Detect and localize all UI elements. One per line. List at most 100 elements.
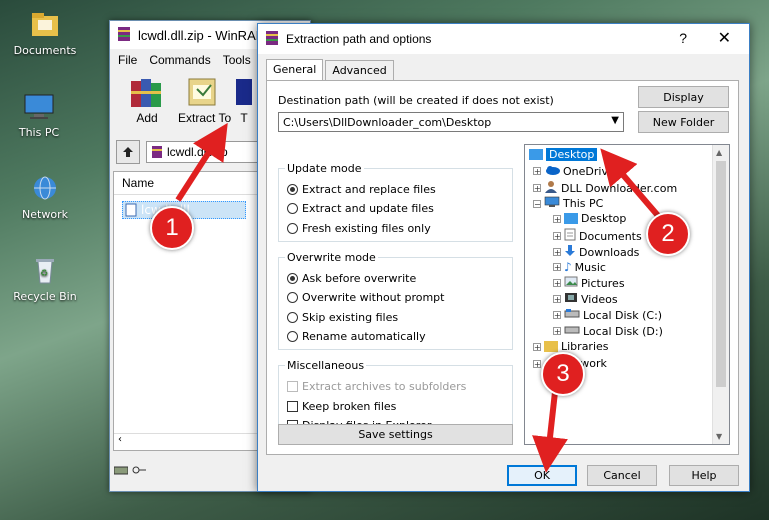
- desktop-icon-network[interactable]: Network: [10, 174, 80, 221]
- expand-icon[interactable]: +: [533, 342, 541, 351]
- checkbox-icon[interactable]: [287, 401, 298, 412]
- desktop-icon-recycle-bin[interactable]: ♻ Recycle Bin: [10, 256, 80, 303]
- expand-icon[interactable]: +: [553, 232, 561, 241]
- ok-button[interactable]: OK: [507, 465, 577, 486]
- horizontal-scrollbar[interactable]: ‹: [114, 433, 264, 450]
- tree-item-videos[interactable]: + Videos: [553, 292, 618, 306]
- radio-icon[interactable]: [287, 312, 298, 323]
- update-mode-group: Update mode Extract and replace files Ex…: [278, 162, 513, 242]
- radio-icon[interactable]: [287, 223, 298, 234]
- tab-general[interactable]: General: [266, 59, 324, 80]
- desktop-icon-this-pc[interactable]: This PC: [4, 92, 74, 139]
- radio-icon[interactable]: [287, 331, 298, 342]
- radio-selected-icon[interactable]: [287, 273, 298, 284]
- tree-item-onedrive[interactable]: + OneDrive: [533, 164, 615, 178]
- computer-icon: [22, 92, 56, 122]
- radio-ask-before[interactable]: Ask before overwrite: [287, 272, 416, 285]
- radio-label: Extract and update files: [302, 202, 434, 215]
- download-arrow-icon: [564, 244, 576, 260]
- tree-scrollbar[interactable]: ▲ ▼: [712, 145, 729, 444]
- expand-icon[interactable]: +: [533, 184, 541, 193]
- dll-file-icon: [125, 203, 137, 217]
- tree-item-label: This PC: [563, 197, 604, 210]
- tree-item-documents[interactable]: + Documents: [553, 228, 642, 244]
- tree-item-pictures[interactable]: + Pictures: [553, 276, 625, 290]
- tree-item-desktop[interactable]: Desktop: [529, 148, 598, 161]
- general-tab-panel: Destination path (will be created if doe…: [266, 80, 739, 455]
- new-folder-button[interactable]: New Folder: [638, 111, 729, 133]
- test-icon: [236, 75, 252, 109]
- radio-skip-existing[interactable]: Skip existing files: [287, 311, 398, 324]
- tab-advanced[interactable]: Advanced: [325, 60, 394, 81]
- winrar-app-icon: [116, 26, 132, 45]
- collapse-icon[interactable]: −: [533, 199, 541, 208]
- test-button[interactable]: T: [234, 75, 254, 127]
- tree-item-this-pc[interactable]: − This PC: [533, 196, 603, 211]
- scroll-thumb[interactable]: [716, 161, 726, 387]
- tree-item-label: Music: [574, 260, 606, 274]
- expand-icon[interactable]: +: [553, 248, 561, 257]
- radio-selected-icon[interactable]: [287, 184, 298, 195]
- tree-item-downloads[interactable]: + Downloads: [553, 244, 639, 260]
- winrar-title: lcwdl.dll.zip - WinRAR: [138, 27, 266, 43]
- tree-item-dll-downloader[interactable]: + DLL Downloader.com: [533, 180, 677, 196]
- extract-to-label: Extract To: [178, 111, 232, 125]
- radio-fresh-existing[interactable]: Fresh existing files only: [287, 222, 431, 235]
- radio-label: Rename automatically: [302, 330, 426, 343]
- tree-item-label: OneDrive: [563, 164, 615, 178]
- expand-icon[interactable]: +: [553, 311, 561, 320]
- cancel-button[interactable]: Cancel: [587, 465, 657, 486]
- extraction-dialog: Extraction path and options ? ✕ General …: [257, 23, 750, 492]
- desktop-icon-documents[interactable]: Documents: [10, 10, 80, 57]
- menu-tools[interactable]: Tools: [223, 53, 251, 67]
- expand-icon[interactable]: +: [553, 279, 561, 288]
- tree-item-pc-desktop[interactable]: + Desktop: [553, 212, 626, 225]
- tree-item-libraries[interactable]: + Libraries: [533, 340, 609, 353]
- checkbox-keep-broken[interactable]: Keep broken files: [287, 400, 396, 413]
- archive-path-text: lcwdl.dll.zip: [167, 145, 228, 159]
- display-button[interactable]: Display: [638, 86, 729, 108]
- column-header-name[interactable]: Name: [114, 172, 264, 195]
- destination-path-input[interactable]: C:\Users\DllDownloader_com\Desktop ▼: [278, 112, 624, 132]
- up-arrow-icon: [123, 147, 133, 157]
- dialog-app-icon: [264, 30, 280, 49]
- tree-item-label: Desktop: [546, 148, 598, 161]
- tree-item-music[interactable]: + ♪ Music: [553, 260, 606, 274]
- expand-icon[interactable]: +: [553, 295, 561, 304]
- user-icon: [544, 180, 558, 196]
- folder-icon: [28, 10, 62, 40]
- desktop-icon-label: This PC: [18, 126, 60, 139]
- menu-commands[interactable]: Commands: [149, 53, 210, 67]
- menu-file[interactable]: File: [118, 53, 137, 67]
- file-list: Name lcwdl.dll ‹: [113, 171, 265, 451]
- tree-item-local-disk-c[interactable]: + Local Disk (C:): [553, 308, 662, 322]
- expand-icon[interactable]: +: [533, 167, 541, 176]
- radio-rename-auto[interactable]: Rename automatically: [287, 330, 426, 343]
- extract-to-button[interactable]: Extract To: [178, 75, 232, 127]
- document-icon: [564, 228, 576, 244]
- expand-icon[interactable]: +: [533, 359, 541, 368]
- expand-icon[interactable]: +: [553, 214, 561, 223]
- scroll-up-icon[interactable]: ▲: [716, 148, 722, 157]
- help-button[interactable]: Help: [669, 465, 739, 486]
- svg-text:♻: ♻: [40, 269, 48, 279]
- expand-icon[interactable]: +: [553, 263, 561, 272]
- radio-label: Skip existing files: [302, 311, 399, 324]
- close-icon[interactable]: ✕: [718, 28, 731, 48]
- scroll-down-icon[interactable]: ▼: [716, 432, 722, 441]
- radio-extract-update[interactable]: Extract and update files: [287, 202, 434, 215]
- help-icon[interactable]: ?: [679, 30, 687, 46]
- checkbox-extract-subfolders: Extract archives to subfolders: [287, 380, 466, 393]
- radio-icon[interactable]: [287, 292, 298, 303]
- tree-item-local-disk-d[interactable]: + Local Disk (D:): [553, 324, 663, 338]
- radio-extract-replace[interactable]: Extract and replace files: [287, 183, 436, 196]
- chevron-down-icon[interactable]: ▼: [611, 115, 619, 126]
- radio-icon[interactable]: [287, 203, 298, 214]
- radio-overwrite-without-prompt[interactable]: Overwrite without prompt: [287, 291, 444, 304]
- up-folder-button[interactable]: [116, 140, 140, 164]
- expand-icon[interactable]: +: [553, 327, 561, 336]
- cloud-icon: [544, 164, 560, 178]
- save-settings-button[interactable]: Save settings: [278, 424, 513, 445]
- add-button[interactable]: Add: [122, 75, 172, 127]
- folder-tree: Desktop + OneDrive + DLL Downloader.com …: [524, 144, 730, 445]
